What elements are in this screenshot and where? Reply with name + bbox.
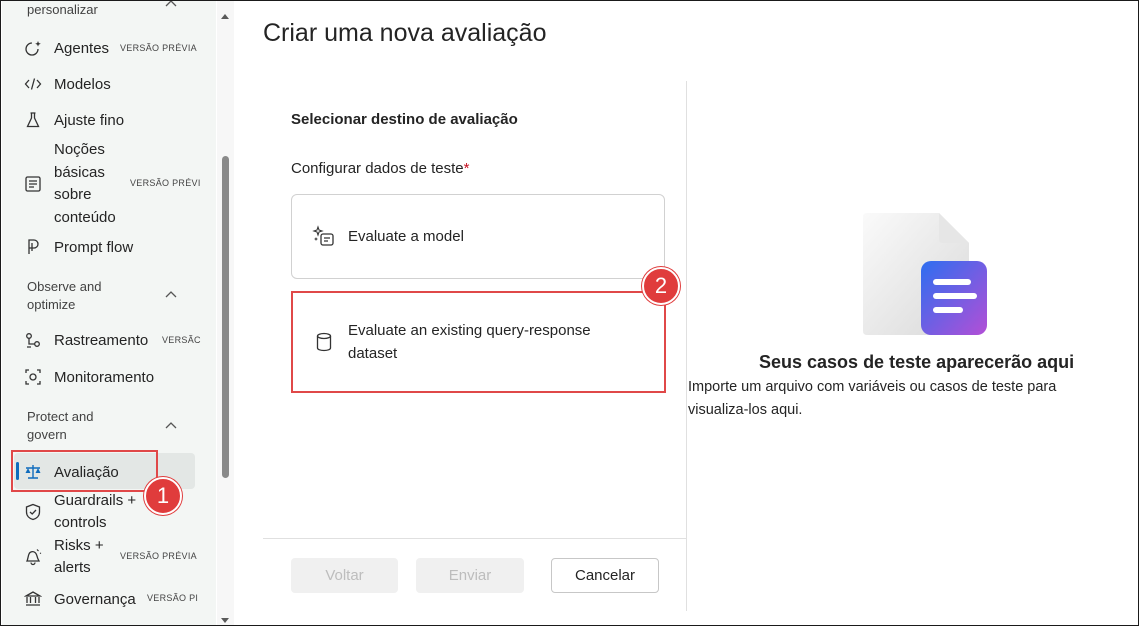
label-line: Risks + [54,537,104,554]
scrollbar-thumb[interactable] [222,156,229,478]
sidebar-item-prompt-flow[interactable]: Prompt flow [22,236,133,258]
sidebar: personalizar Agentes VERSÃO PRÉVIA Model… [2,1,216,625]
sidebar-item-risks-alerts[interactable]: Risks + alerts [22,535,104,579]
preview-badge: VERSÃO PRÉVI [130,178,201,188]
app-window: personalizar Agentes VERSÃO PRÉVIA Model… [0,0,1139,626]
empty-state-title: Seus casos de teste aparecerão aqui [759,352,1075,372]
empty-state-description-line: Importe um arquivo com variáveis ou caso… [688,379,1057,395]
submit-button[interactable]: Enviar [416,558,524,593]
sidebar-item-monitoring[interactable]: Monitoramento [22,366,154,388]
content-list-icon [22,173,44,195]
sidebar-item-guardrails[interactable]: Guardrails + controls [22,490,136,534]
prompt-flow-icon [22,236,44,258]
section-title-line: Protect and [27,409,94,424]
callout-step-1: 1 [144,477,182,515]
monitor-icon [22,366,44,388]
sidebar-item-label: Modelos [54,75,111,93]
chevron-up-icon[interactable] [165,1,177,7]
preview-badge: VERSÃO PI [147,593,199,603]
cancel-button[interactable]: Cancelar [551,558,659,593]
sidebar-item-label: Risks + alerts [54,535,104,579]
label-line: alerts [54,559,91,576]
empty-state-description: Importe um arquivo com variáveis ou caso… [688,376,1118,422]
sidebar-item-label: Guardrails + controls [54,490,136,534]
flask-icon [22,109,44,131]
empty-state-description-line: visualiza-los aqui. [688,402,803,418]
bank-icon [22,588,44,610]
section-title-protect: Protect and govern [27,408,94,444]
sparkle-model-icon [312,224,336,249]
sidebar-item-label: Noções básicas sobre conteúdo [54,139,116,229]
tracing-icon [22,329,44,351]
code-icon [22,73,44,95]
page-title: Criar uma nova avaliação [263,19,547,47]
callout-step-2: 2 [642,267,680,305]
section-title-observe: Observe and optimize [27,278,101,314]
footer-divider [263,538,686,539]
chevron-up-icon[interactable] [165,290,177,298]
scroll-down-arrow-icon[interactable] [221,618,229,623]
document-illustration-icon [863,213,987,335]
field-label-text: Configurar dados de teste [291,160,464,177]
alert-bell-icon [22,546,44,568]
label-line: Noções [54,141,105,158]
annotation-highlight-evaluation [11,450,158,492]
sidebar-item-label: Ajuste fino [54,111,125,129]
sidebar-item-label: Governança [54,590,136,608]
sidebar-item-tracing[interactable]: Rastreamento [22,329,148,351]
sidebar-item-fine-tuning[interactable]: Ajuste fino [22,109,124,131]
section-title-line: optimize [27,297,76,312]
option-label: Evaluate a model [348,228,464,245]
scroll-up-arrow-icon[interactable] [221,14,229,19]
label-line: básicas [54,163,105,181]
sidebar-item-label: Agentes [54,39,110,57]
back-button[interactable]: Voltar [291,558,398,593]
sidebar-item-label: Rastreamento [54,331,149,349]
preview-badge: VERSÃC [162,335,201,345]
sidebar-item-label: Monitoramento [54,368,155,386]
label-line: Guardrails + [54,492,137,509]
section-title-line: Observe and [27,279,102,294]
label-line: controls [54,514,107,531]
sidebar-item-content-understanding[interactable]: Noções básicas sobre conteúdo [22,139,116,229]
section-heading: Selecionar destino de avaliação [291,111,518,128]
label-line: sobre [54,186,92,203]
panel-divider [686,81,687,611]
required-mark: * [463,160,470,177]
preview-badge: VERSÃO PRÉVIA [120,551,197,561]
section-title-personalize: personalizar [27,2,98,17]
section-title-line: govern [27,427,67,442]
option-evaluate-model[interactable]: Evaluate a model [291,194,665,279]
field-label: Configurar dados de teste* [291,160,469,177]
sparkle-agent-icon [22,37,44,59]
sidebar-item-agents[interactable]: Agentes [22,37,109,59]
shield-icon [22,501,44,523]
sidebar-scrollbar[interactable] [217,1,234,625]
preview-badge: VERSÃO PRÉVIA [120,43,197,53]
sidebar-item-models[interactable]: Modelos [22,73,111,95]
sidebar-item-label: Prompt flow [54,238,134,256]
sidebar-item-governance[interactable]: Governança [22,588,136,610]
chevron-up-icon[interactable] [165,421,177,429]
annotation-highlight-dataset [291,291,666,393]
label-line: conteúdo [54,208,116,226]
